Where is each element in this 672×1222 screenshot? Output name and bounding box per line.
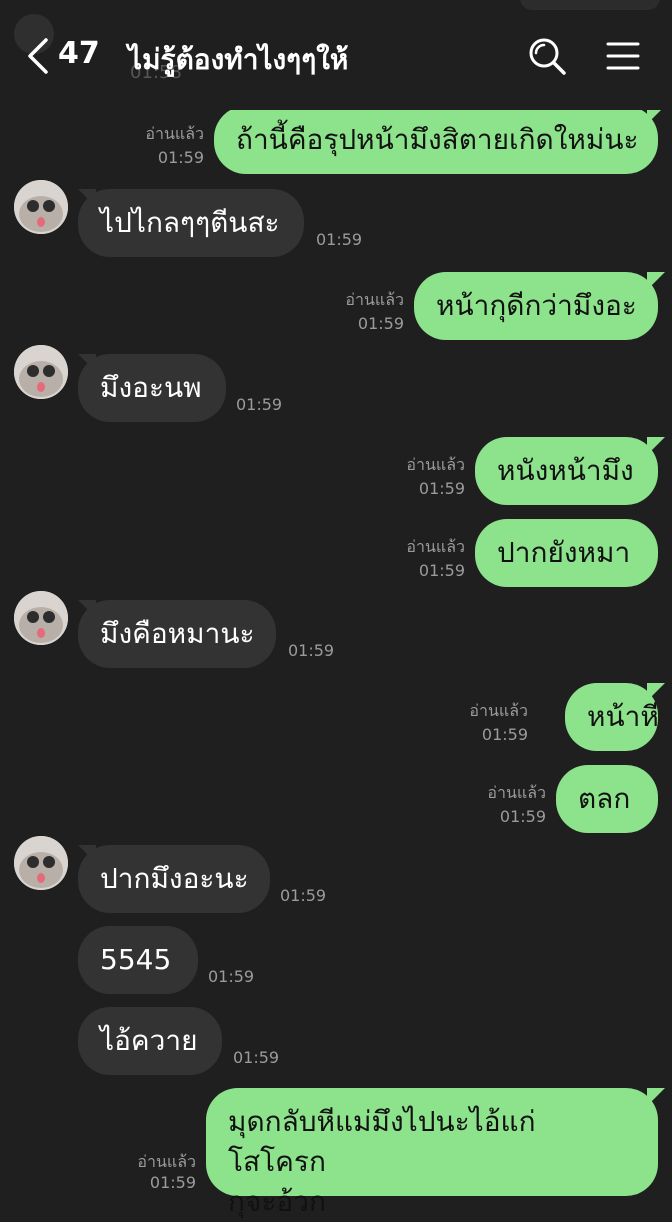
message-time: 01:59 — [233, 1048, 280, 1067]
read-receipt: อ่านแล้ว — [145, 124, 204, 143]
message-time: 01:59 — [157, 148, 204, 167]
read-receipt: อ่านแล้ว — [345, 290, 404, 309]
message-bubble[interactable]: มึงคือหมานะ — [78, 600, 276, 668]
message-bubble[interactable]: ไอ้ควาย — [78, 1007, 222, 1075]
menu-icon[interactable] — [600, 34, 644, 78]
contact-avatar[interactable] — [14, 180, 68, 234]
message-time: 01:59 — [236, 395, 283, 414]
contact-avatar[interactable] — [14, 591, 68, 645]
bubble-tail — [647, 272, 665, 290]
read-receipt: อ่านแล้ว — [406, 455, 465, 474]
message-time: 01:59 — [481, 725, 528, 744]
message-bubble[interactable]: 5545 — [78, 926, 198, 994]
message-time: 01:59 — [357, 314, 404, 333]
message-bubble[interactable]: มุดกลับหีแม่มึงไปนะไอ้แก่ โสโครก กุจะอ้ว… — [206, 1088, 658, 1218]
message-bubble[interactable]: มึงอะนพ — [78, 354, 226, 422]
read-receipt: อ่านแล้ว — [406, 537, 465, 556]
message-time: 01:59 — [208, 967, 255, 986]
message-bubble[interactable]: หนังหน้ามึง — [475, 437, 658, 505]
message-bubble[interactable]: หน้ากุดีกว่ามึงอะ — [414, 272, 658, 340]
read-receipt: อ่านแล้ว — [469, 701, 528, 720]
unread-count[interactable]: 47 — [58, 36, 100, 71]
chat-title: ไม่รู้ต้องทำไงๆๆให้ — [128, 43, 349, 76]
message-time: 01:59 — [499, 807, 546, 826]
message-bubble[interactable]: ตลก — [556, 765, 658, 833]
scrolled-message-remnant — [520, 0, 660, 10]
message-line: มุดกลับหีแม่มึงไปนะไอ้แก่ โสโครก — [228, 1105, 536, 1178]
read-receipt: อ่านแล้ว — [137, 1152, 196, 1171]
message-line: กุจะอ้วก — [228, 1185, 326, 1218]
bubble-tail — [647, 437, 665, 455]
message-bubble[interactable]: ปากมึงอะนะ — [78, 845, 270, 913]
bubble-tail — [647, 683, 665, 701]
chat-header: 01:58 47 ไม่รู้ต้องทำไงๆๆให้ — [0, 0, 672, 110]
search-icon[interactable] — [525, 34, 569, 78]
message-bubble[interactable]: ถ้านี้คือรุปหน้ามึงสิตายเกิดใหม่นะ — [214, 106, 658, 174]
contact-avatar[interactable] — [14, 345, 68, 399]
read-receipt: อ่านแล้ว — [487, 783, 546, 802]
message-time: 01:59 — [316, 230, 363, 249]
message-bubble[interactable]: ปากยังหมา — [475, 519, 658, 587]
message-time: 01:59 — [418, 561, 465, 580]
message-time: 01:59 — [149, 1173, 196, 1192]
message-bubble[interactable]: หน้าหี — [565, 683, 659, 751]
message-time: 01:59 — [288, 641, 335, 660]
contact-avatar[interactable] — [14, 836, 68, 890]
message-time: 01:59 — [280, 886, 327, 905]
message-time: 01:59 — [418, 479, 465, 498]
message-bubble[interactable]: ไปไกลๆๆตีนสะ — [78, 189, 304, 257]
